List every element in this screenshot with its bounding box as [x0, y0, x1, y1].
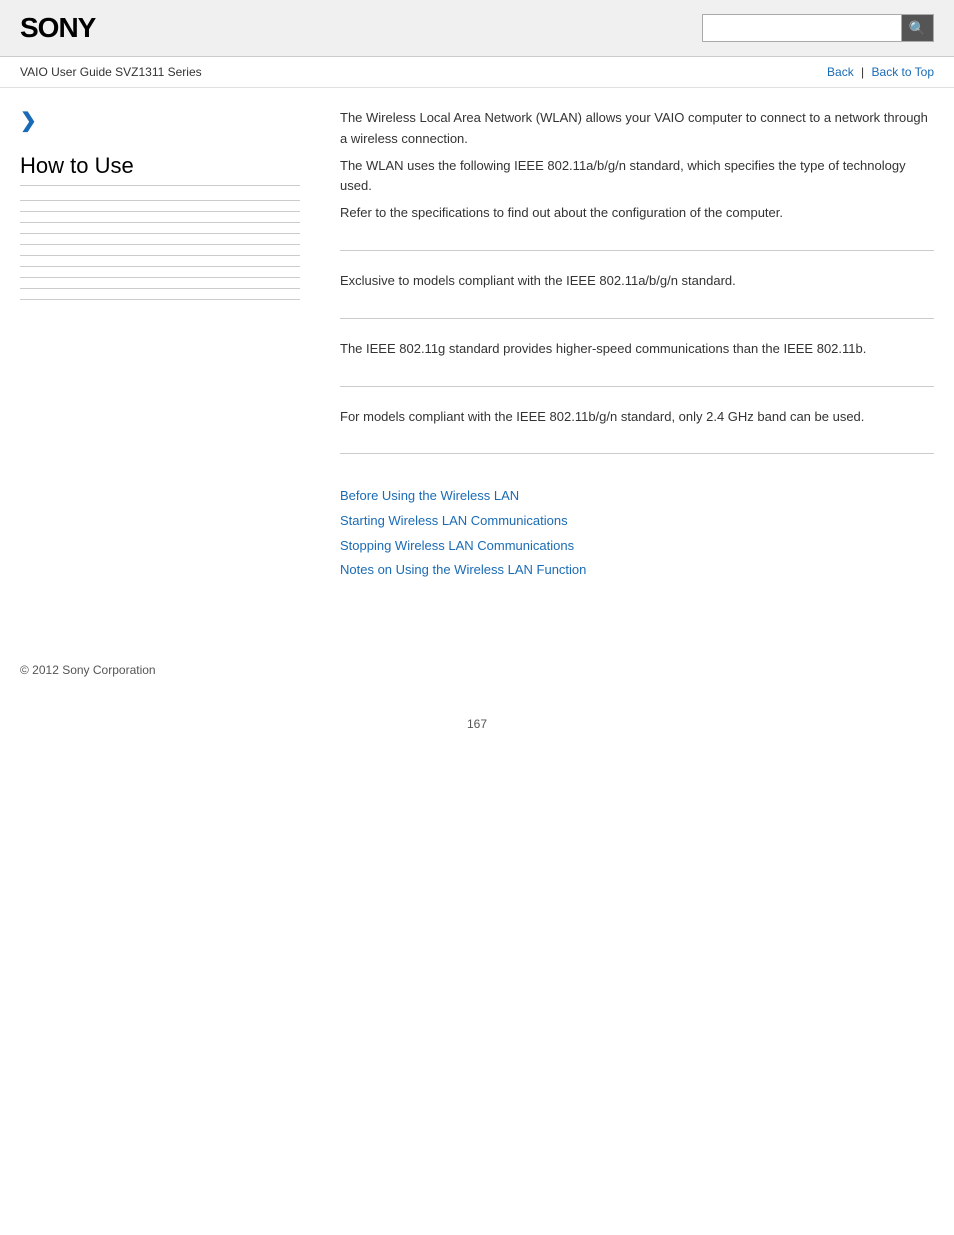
copyright-text: © 2012 Sony Corporation	[20, 663, 156, 677]
notes-wireless-lan-link[interactable]: Notes on Using the Wireless LAN Function	[340, 558, 934, 583]
sidebar-divider	[20, 200, 300, 201]
stopping-wireless-lan-link[interactable]: Stopping Wireless LAN Communications	[340, 534, 934, 559]
starting-wireless-lan-link[interactable]: Starting Wireless LAN Communications	[340, 509, 934, 534]
content-section-4: For models compliant with the IEEE 802.1…	[340, 407, 934, 455]
sidebar-divider	[20, 266, 300, 267]
section1-para2: The WLAN uses the following IEEE 802.11a…	[340, 156, 934, 198]
sidebar-divider	[20, 299, 300, 300]
sidebar-divider	[20, 233, 300, 234]
search-area: 🔍	[702, 14, 934, 42]
content-section-1: The Wireless Local Area Network (WLAN) a…	[340, 108, 934, 251]
search-button[interactable]: 🔍	[902, 14, 934, 42]
section3-para1: The IEEE 802.11g standard provides highe…	[340, 339, 934, 360]
sidebar-divider	[20, 222, 300, 223]
page-header: SONY 🔍	[0, 0, 954, 57]
chevron-icon: ❯	[20, 108, 300, 133]
before-using-wireless-link[interactable]: Before Using the Wireless LAN	[340, 484, 934, 509]
section1-para1: The Wireless Local Area Network (WLAN) a…	[340, 108, 934, 150]
sidebar-divider	[20, 211, 300, 212]
section4-para1: For models compliant with the IEEE 802.1…	[340, 407, 934, 428]
sidebar-title: How to Use	[20, 153, 300, 186]
content-links-section: Before Using the Wireless LAN Starting W…	[340, 474, 934, 603]
breadcrumb: VAIO User Guide SVZ1311 Series	[20, 65, 202, 79]
sidebar: ❯ How to Use	[20, 108, 320, 623]
sidebar-divider	[20, 288, 300, 289]
sony-logo: SONY	[20, 12, 95, 44]
section1-para3: Refer to the specifications to find out …	[340, 203, 934, 224]
nav-links: Back | Back to Top	[827, 65, 934, 79]
page-footer: © 2012 Sony Corporation	[0, 643, 954, 697]
back-to-top-link[interactable]: Back to Top	[872, 65, 934, 79]
content-section-3: The IEEE 802.11g standard provides highe…	[340, 339, 934, 387]
sidebar-divider	[20, 255, 300, 256]
section2-para1: Exclusive to models compliant with the I…	[340, 271, 934, 292]
nav-separator: |	[861, 65, 864, 79]
sidebar-links	[20, 200, 300, 300]
nav-bar: VAIO User Guide SVZ1311 Series Back | Ba…	[0, 57, 954, 88]
page-number: 167	[0, 697, 954, 751]
content-section-2: Exclusive to models compliant with the I…	[340, 271, 934, 319]
sidebar-divider	[20, 244, 300, 245]
content-area: The Wireless Local Area Network (WLAN) a…	[320, 108, 934, 623]
search-icon: 🔍	[909, 20, 926, 37]
search-input[interactable]	[702, 14, 902, 42]
main-content: ❯ How to Use The Wireless Local Area Net…	[0, 88, 954, 643]
sidebar-divider	[20, 277, 300, 278]
back-link[interactable]: Back	[827, 65, 854, 79]
